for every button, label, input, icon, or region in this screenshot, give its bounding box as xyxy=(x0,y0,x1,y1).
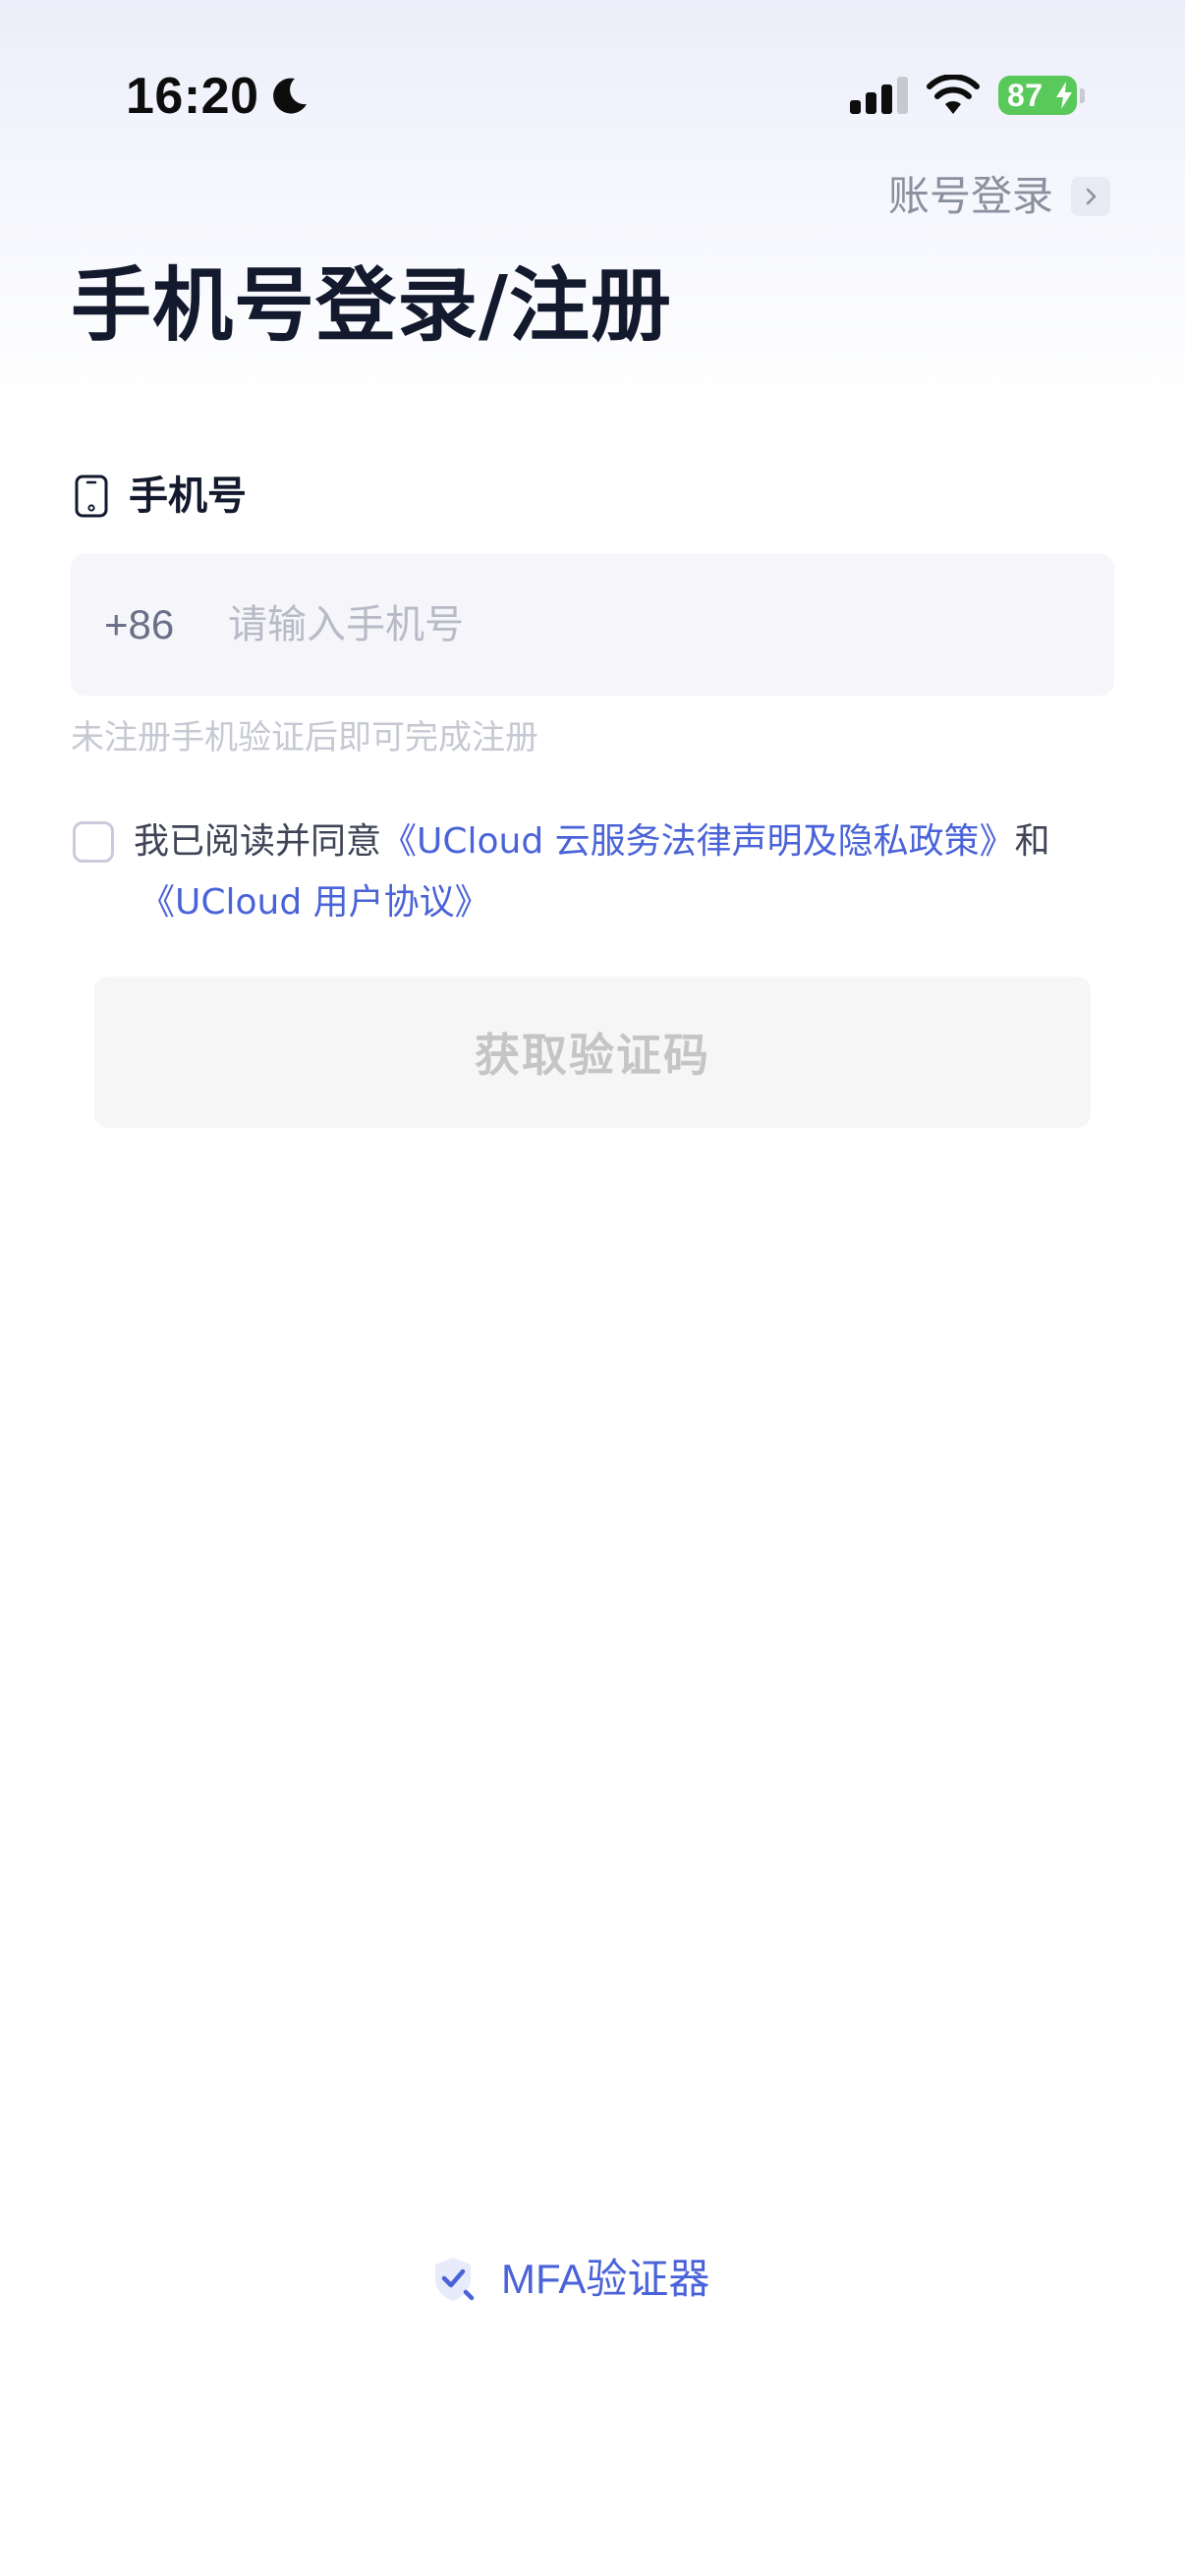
chevron-right-icon xyxy=(1071,177,1110,216)
charging-bolt-icon xyxy=(1056,82,1072,109)
legal-privacy-link[interactable]: 《UCloud 云服务法律声明及隐私政策》 xyxy=(381,821,1015,862)
user-agreement-link[interactable]: 《UCloud 用户协议》 xyxy=(140,872,490,933)
agreement-text: 我已阅读并同意《UCloud 云服务法律声明及隐私政策》和 xyxy=(134,812,1077,872)
country-code-selector[interactable]: +86 xyxy=(104,601,198,648)
account-login-label: 账号登录 xyxy=(887,172,1053,220)
moon-icon xyxy=(273,78,307,114)
battery-level: 87 xyxy=(1007,78,1044,113)
mfa-label: MFA验证器 xyxy=(501,2256,710,2302)
phone-label: 手机号 xyxy=(129,474,247,519)
shield-check-icon xyxy=(435,2258,475,2301)
registration-hint: 未注册手机验证后即可完成注册 xyxy=(71,718,538,757)
phone-input-container: +86 xyxy=(71,554,1114,696)
status-time: 16:20 xyxy=(126,68,259,125)
cellular-signal-icon xyxy=(850,77,908,114)
phone-label-row: 手机号 xyxy=(74,472,247,521)
battery-cap xyxy=(1080,88,1085,103)
get-verification-code-button[interactable]: 获取验证码 xyxy=(94,977,1091,1128)
agreement-checkbox[interactable] xyxy=(73,821,114,863)
mfa-authenticator-link[interactable]: MFA验证器 xyxy=(430,2252,709,2307)
wifi-icon xyxy=(927,75,980,114)
page-title: 手机号登录/注册 xyxy=(71,259,672,353)
agreement-conjunction: 和 xyxy=(1014,821,1050,862)
battery-indicator: 87 xyxy=(998,76,1077,115)
account-login-link[interactable]: 账号登录 xyxy=(888,169,1110,224)
mobile-phone-icon xyxy=(75,475,108,518)
agreement-prefix: 我已阅读并同意 xyxy=(134,821,382,862)
phone-number-input[interactable] xyxy=(228,554,1114,696)
